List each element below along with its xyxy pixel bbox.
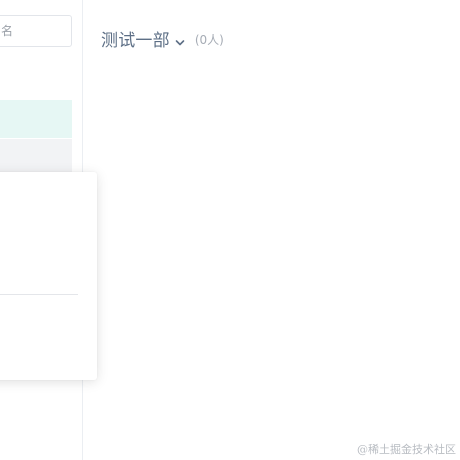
department-item-selected[interactable] [0,100,72,138]
search-placeholder: 名 [1,24,14,38]
search-input[interactable]: 名 [0,15,72,47]
member-count: (0人) [194,32,224,47]
menu-divider [0,294,78,295]
watermark: @稀土掘金技术社区 [357,443,456,456]
context-menu-popup [0,172,97,380]
department-title[interactable]: 测试一部 [101,26,170,51]
department-header: 测试一部 (0人) [101,26,224,51]
department-item-hovered[interactable] [0,139,72,173]
chevron-down-icon[interactable] [175,33,185,45]
